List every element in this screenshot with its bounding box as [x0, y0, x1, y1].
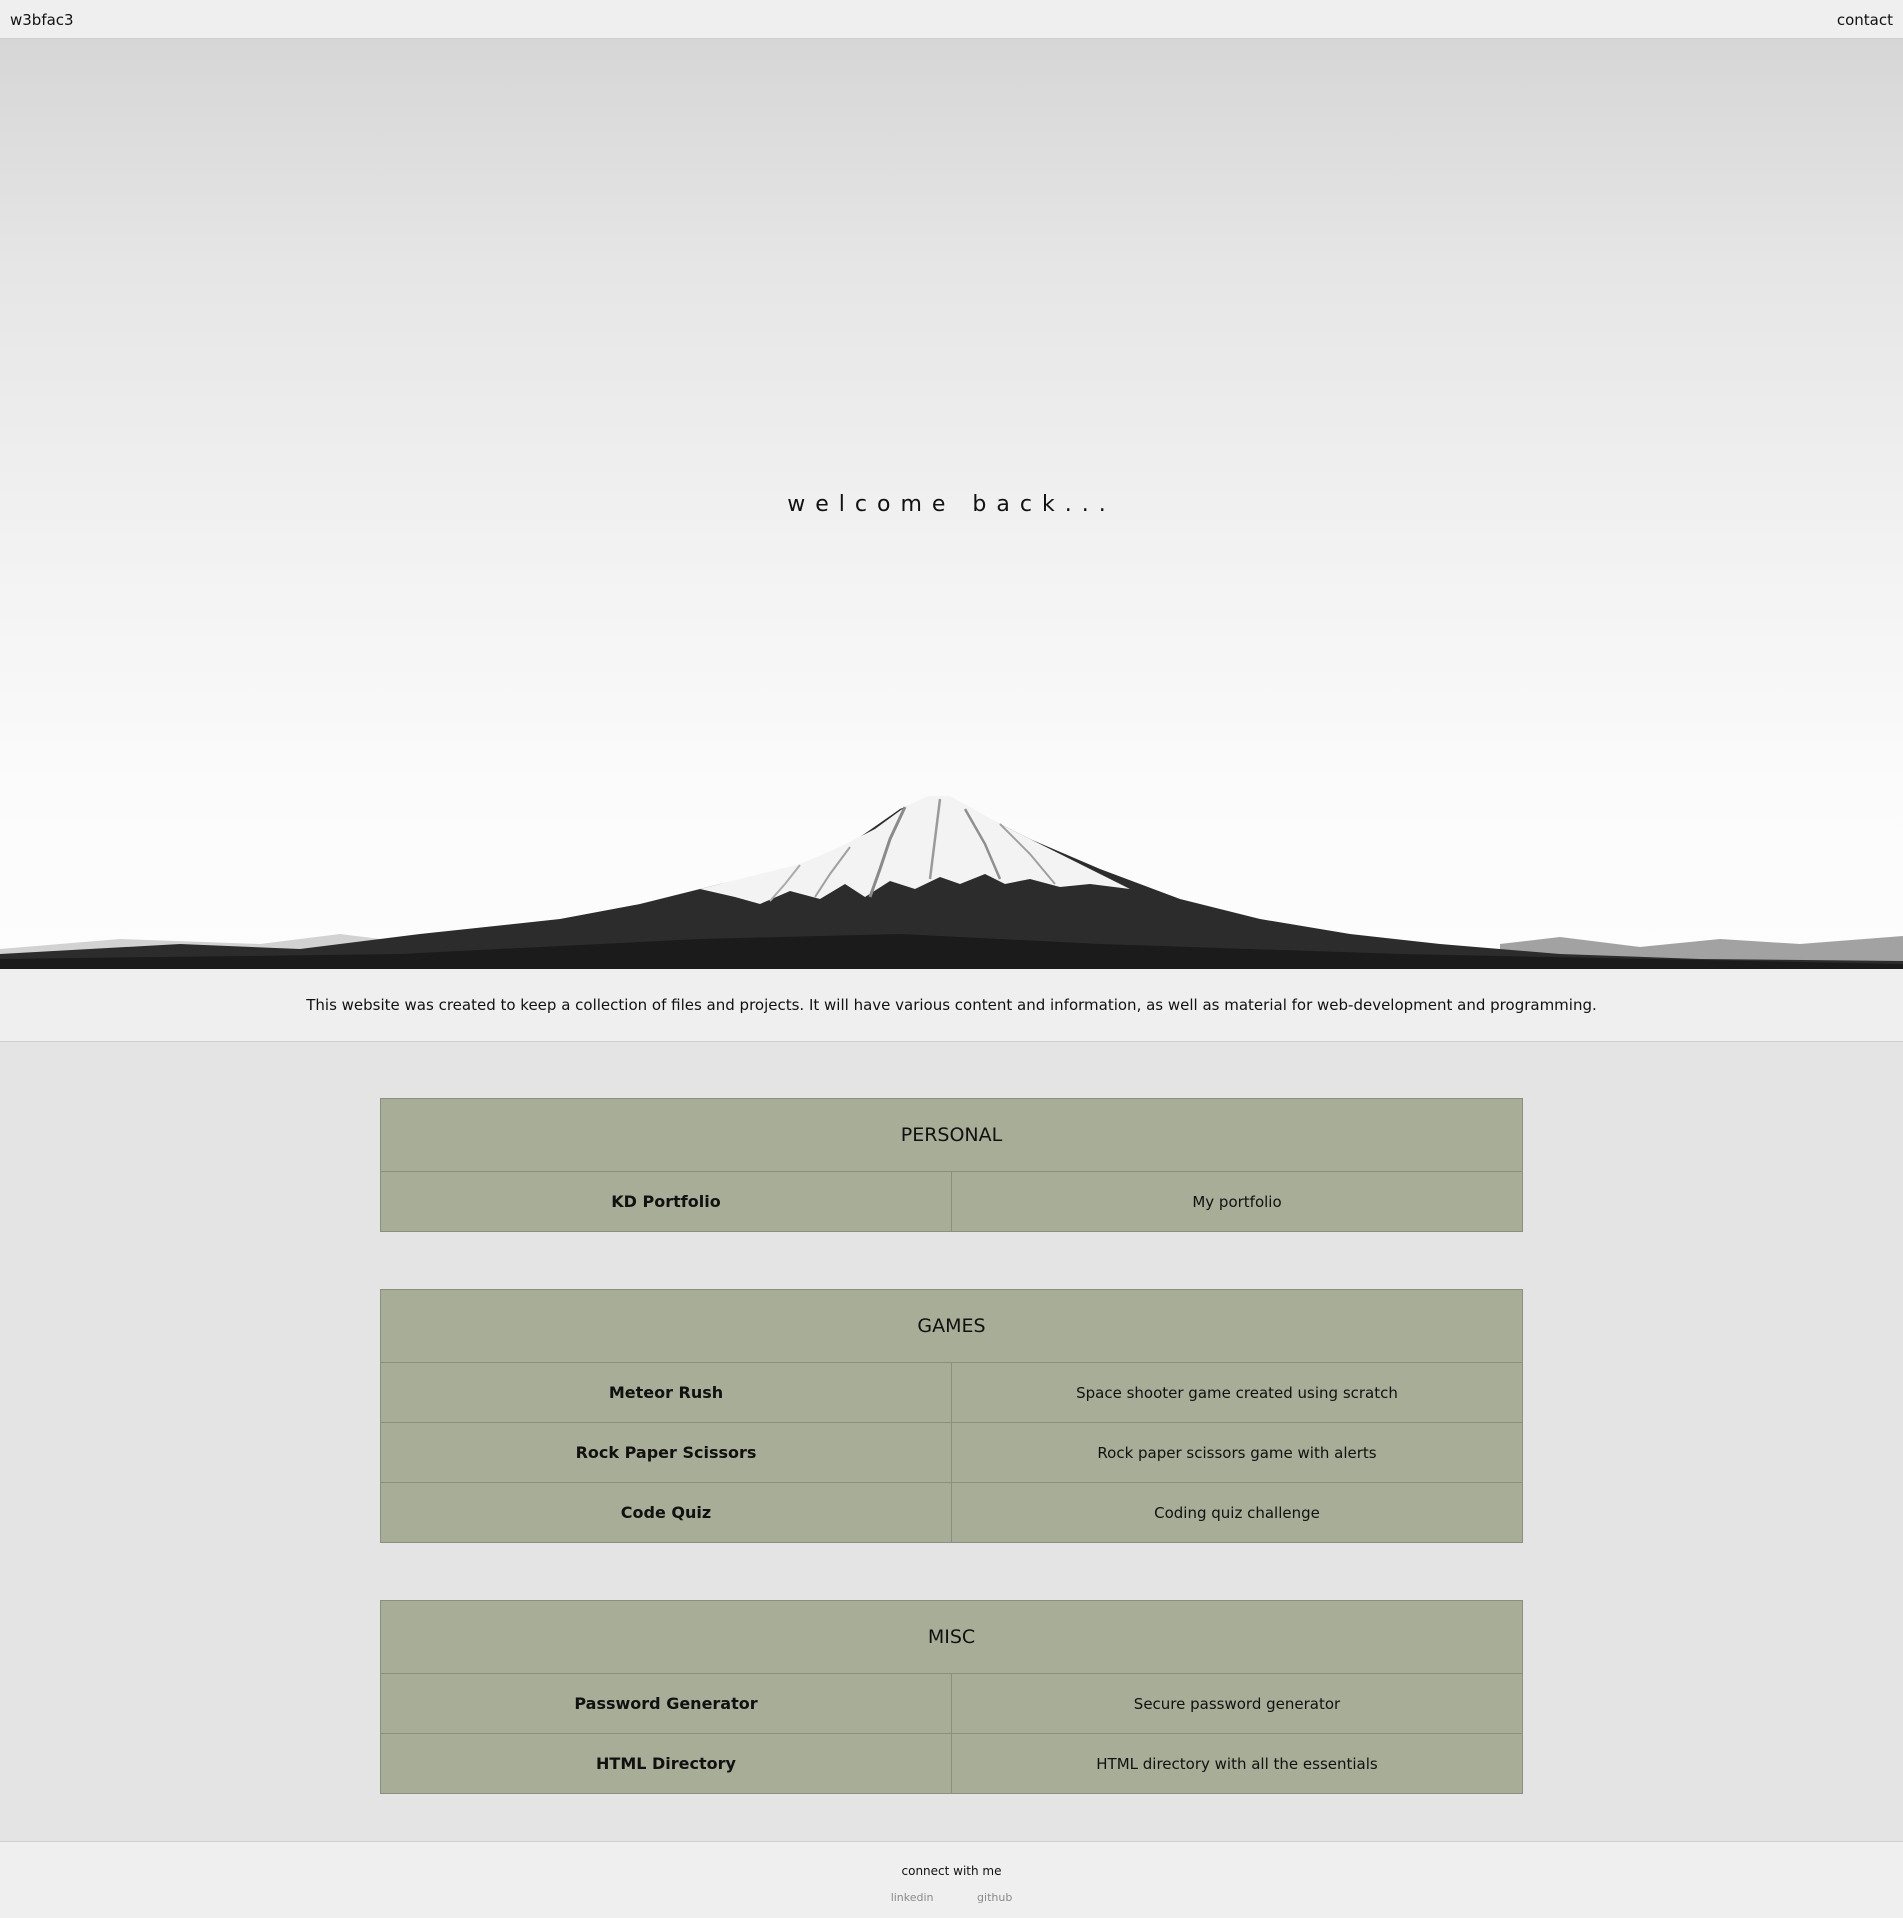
- github-link[interactable]: github: [977, 1891, 1012, 1904]
- project-sections: PERSONAL KD Portfolio My portfolio GAMES…: [380, 1098, 1523, 1851]
- project-description: Coding quiz challenge: [951, 1482, 1523, 1543]
- social-links: linkedin github: [0, 1891, 1903, 1904]
- project-name[interactable]: Meteor Rush: [380, 1362, 952, 1423]
- top-navbar: w3bfac3 contact: [0, 0, 1903, 39]
- footer: connect with me linkedin github: [0, 1841, 1903, 1918]
- hero-title: welcome back...: [787, 492, 1116, 517]
- project-description: HTML directory with all the essentials: [951, 1733, 1523, 1794]
- project-name[interactable]: KD Portfolio: [380, 1171, 952, 1232]
- section-title: MISC: [380, 1600, 1523, 1674]
- project-name[interactable]: HTML Directory: [380, 1733, 952, 1794]
- section-table-misc: MISC Password Generator Secure password …: [380, 1600, 1523, 1794]
- intro-text: This website was created to keep a colle…: [0, 969, 1903, 1042]
- project-description: Secure password generator: [951, 1673, 1523, 1734]
- project-name[interactable]: Code Quiz: [380, 1482, 952, 1543]
- table-row[interactable]: Password Generator Secure password gener…: [380, 1673, 1523, 1734]
- hero-banner: welcome back...: [0, 39, 1903, 969]
- table-row[interactable]: Rock Paper Scissors Rock paper scissors …: [380, 1422, 1523, 1483]
- project-description: Space shooter game created using scratch: [951, 1362, 1523, 1423]
- table-row[interactable]: KD Portfolio My portfolio: [380, 1171, 1523, 1232]
- project-description: Rock paper scissors game with alerts: [951, 1422, 1523, 1483]
- table-row[interactable]: Code Quiz Coding quiz challenge: [380, 1482, 1523, 1543]
- project-name[interactable]: Rock Paper Scissors: [380, 1422, 952, 1483]
- project-name[interactable]: Password Generator: [380, 1673, 952, 1734]
- table-row[interactable]: Meteor Rush Space shooter game created u…: [380, 1362, 1523, 1423]
- section-title: GAMES: [380, 1289, 1523, 1363]
- project-description: My portfolio: [951, 1171, 1523, 1232]
- section-title: PERSONAL: [380, 1098, 1523, 1172]
- table-row[interactable]: HTML Directory HTML directory with all t…: [380, 1733, 1523, 1794]
- connect-heading: connect with me: [901, 1864, 1002, 1878]
- section-table-personal: PERSONAL KD Portfolio My portfolio: [380, 1098, 1523, 1232]
- contact-link[interactable]: contact: [1837, 11, 1893, 29]
- brand-link[interactable]: w3bfac3: [10, 11, 74, 29]
- section-table-games: GAMES Meteor Rush Space shooter game cre…: [380, 1289, 1523, 1543]
- linkedin-link[interactable]: linkedin: [891, 1891, 934, 1904]
